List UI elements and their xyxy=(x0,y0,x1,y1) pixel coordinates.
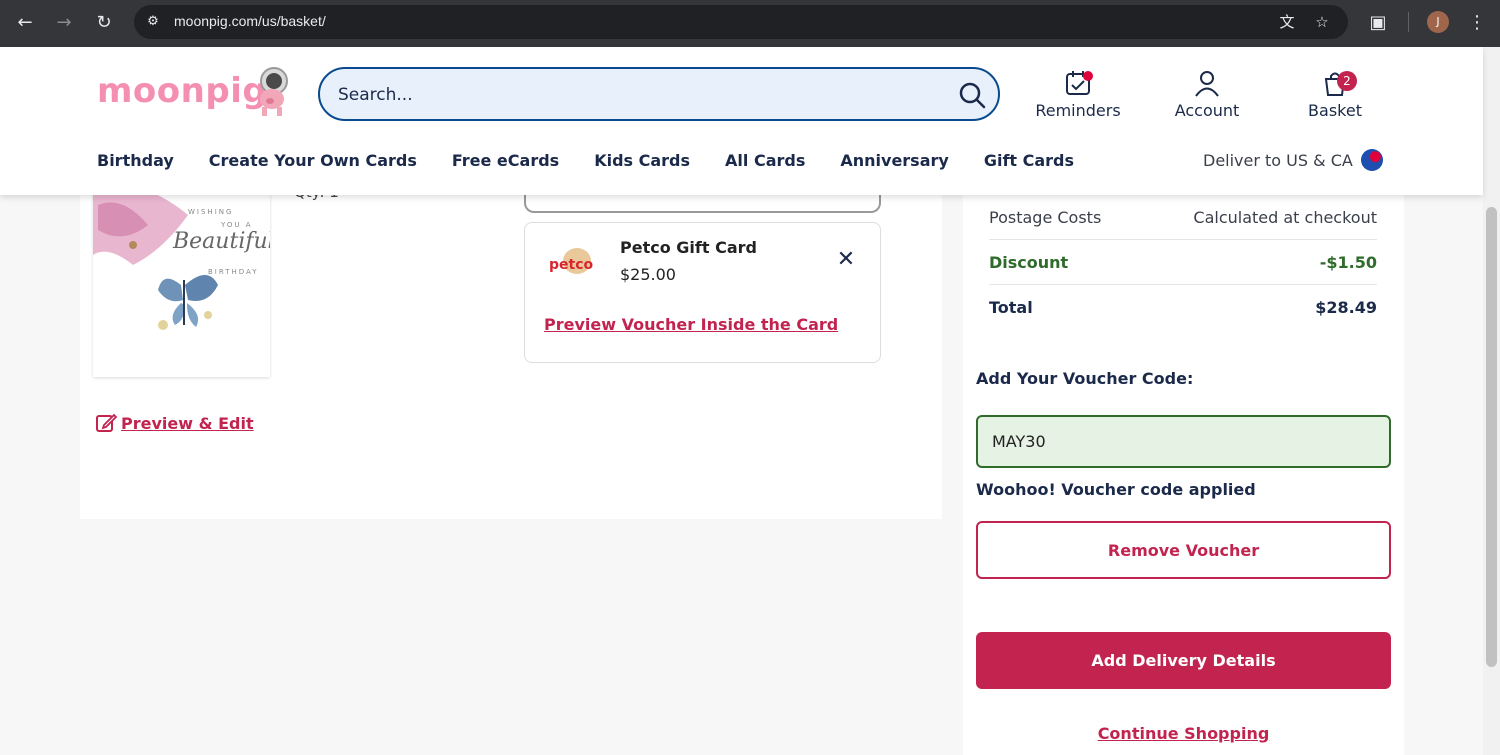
user-icon xyxy=(1195,71,1219,97)
add-delivery-details-button[interactable]: Add Delivery Details xyxy=(976,632,1391,689)
pig-mascot-icon xyxy=(260,67,288,116)
reminders-button[interactable]: Reminders xyxy=(1035,69,1121,120)
nav-birthday[interactable]: Birthday xyxy=(97,151,174,170)
nav-all-cards[interactable]: All Cards xyxy=(725,151,805,170)
petco-logo-icon: petco xyxy=(549,248,594,274)
greeting-card-thumbnail[interactable]: WISHING YOU A Beautiful BIRTHDAY xyxy=(93,175,270,377)
preview-edit-link[interactable]: Preview & Edit xyxy=(95,412,254,434)
search-bar[interactable] xyxy=(318,67,1000,121)
url-text[interactable]: moonpig.com/us/basket/ xyxy=(174,13,326,29)
region-flag-icon[interactable] xyxy=(1361,149,1383,171)
petco-logo-text: petco xyxy=(549,257,594,273)
voucher-code-input[interactable] xyxy=(976,415,1391,468)
nav-create-your-own-cards[interactable]: Create Your Own Cards xyxy=(209,151,417,170)
postage-row: Postage Costs Calculated at checkout xyxy=(989,195,1377,240)
continue-shopping-link[interactable]: Continue Shopping xyxy=(963,724,1404,743)
back-icon[interactable]: ← xyxy=(13,11,37,35)
bookmark-star-icon[interactable]: ☆ xyxy=(1312,12,1332,32)
site-settings-icon[interactable]: ⚙ xyxy=(144,13,162,31)
total-row: Total $28.49 xyxy=(989,285,1377,330)
total-label: Total xyxy=(989,298,1033,317)
browser-toolbar: ← → ↻ ⚙ moonpig.com/us/basket/ 文 ☆ ▣ J ⋮ xyxy=(0,0,1500,47)
forward-icon[interactable]: → xyxy=(52,11,76,35)
preview-voucher-link[interactable]: Preview Voucher Inside the Card xyxy=(544,315,838,334)
discount-label: Discount xyxy=(989,253,1069,272)
total-value: $28.49 xyxy=(1315,298,1377,317)
gift-voucher-card: petco Petco Gift Card $25.00 ✕ Preview V… xyxy=(524,222,881,363)
nav-anniversary[interactable]: Anniversary xyxy=(840,151,948,170)
remove-voucher-button[interactable]: Remove Voucher xyxy=(976,521,1391,579)
reminders-notification-dot xyxy=(1083,71,1093,81)
translate-icon[interactable]: 文 xyxy=(1277,12,1297,32)
butterfly-card-artwork xyxy=(93,175,218,330)
discount-value: -$1.50 xyxy=(1319,253,1377,272)
scrollbar-thumb[interactable] xyxy=(1486,207,1497,667)
preview-edit-label: Preview & Edit xyxy=(121,413,254,433)
edit-pencil-icon xyxy=(96,413,117,432)
menu-kebab-icon[interactable]: ⋮ xyxy=(1465,11,1489,35)
order-summary-panel: Postage Costs Calculated at checkout Dis… xyxy=(963,195,1404,755)
search-input[interactable] xyxy=(338,82,938,108)
account-button[interactable]: Account xyxy=(1172,69,1242,120)
remove-gift-close-icon[interactable]: ✕ xyxy=(835,249,857,271)
main-nav: Birthday Create Your Own Cards Free eCar… xyxy=(97,151,1109,170)
nav-gift-cards[interactable]: Gift Cards xyxy=(984,151,1074,170)
moonpig-logo[interactable]: moonpig xyxy=(97,71,267,111)
address-bar[interactable]: ⚙ moonpig.com/us/basket/ 文 ☆ xyxy=(134,5,1348,39)
voucher-price: $25.00 xyxy=(620,265,676,284)
postage-label: Postage Costs xyxy=(989,208,1102,227)
account-label: Account xyxy=(1174,101,1240,120)
card-text-you-a: YOU A xyxy=(221,221,253,229)
postage-value: Calculated at checkout xyxy=(1193,208,1377,227)
reminders-label: Reminders xyxy=(1035,101,1121,120)
basket-count-badge: 2 xyxy=(1337,71,1357,91)
reload-icon[interactable]: ↻ xyxy=(92,11,116,35)
basket-button[interactable]: 2 Basket xyxy=(1305,69,1365,120)
deliver-to-selector[interactable]: Deliver to US & CA xyxy=(1203,151,1353,170)
voucher-success-message: Woohoo! Voucher code applied xyxy=(976,480,1256,499)
card-text-wishing: WISHING xyxy=(188,208,234,216)
basket-label: Basket xyxy=(1308,101,1362,120)
page-scrollbar[interactable] xyxy=(1483,47,1500,755)
discount-row: Discount -$1.50 xyxy=(989,240,1377,285)
nav-kids-cards[interactable]: Kids Cards xyxy=(594,151,690,170)
voucher-code-label: Add Your Voucher Code: xyxy=(976,369,1194,388)
search-icon[interactable] xyxy=(958,81,986,109)
nav-free-ecards[interactable]: Free eCards xyxy=(452,151,559,170)
site-header: moonpig Reminders Account xyxy=(0,47,1483,195)
toolbar-divider xyxy=(1408,12,1409,32)
profile-avatar[interactable]: J xyxy=(1427,11,1449,33)
voucher-title: Petco Gift Card xyxy=(620,238,757,257)
card-text-beautiful: Beautiful xyxy=(173,229,270,254)
card-text-birthday: BIRTHDAY xyxy=(208,268,259,276)
extensions-icon[interactable]: ▣ xyxy=(1366,11,1390,35)
basket-item-panel: WISHING YOU A Beautiful BIRTHDAY Qty: 1 … xyxy=(80,175,942,519)
